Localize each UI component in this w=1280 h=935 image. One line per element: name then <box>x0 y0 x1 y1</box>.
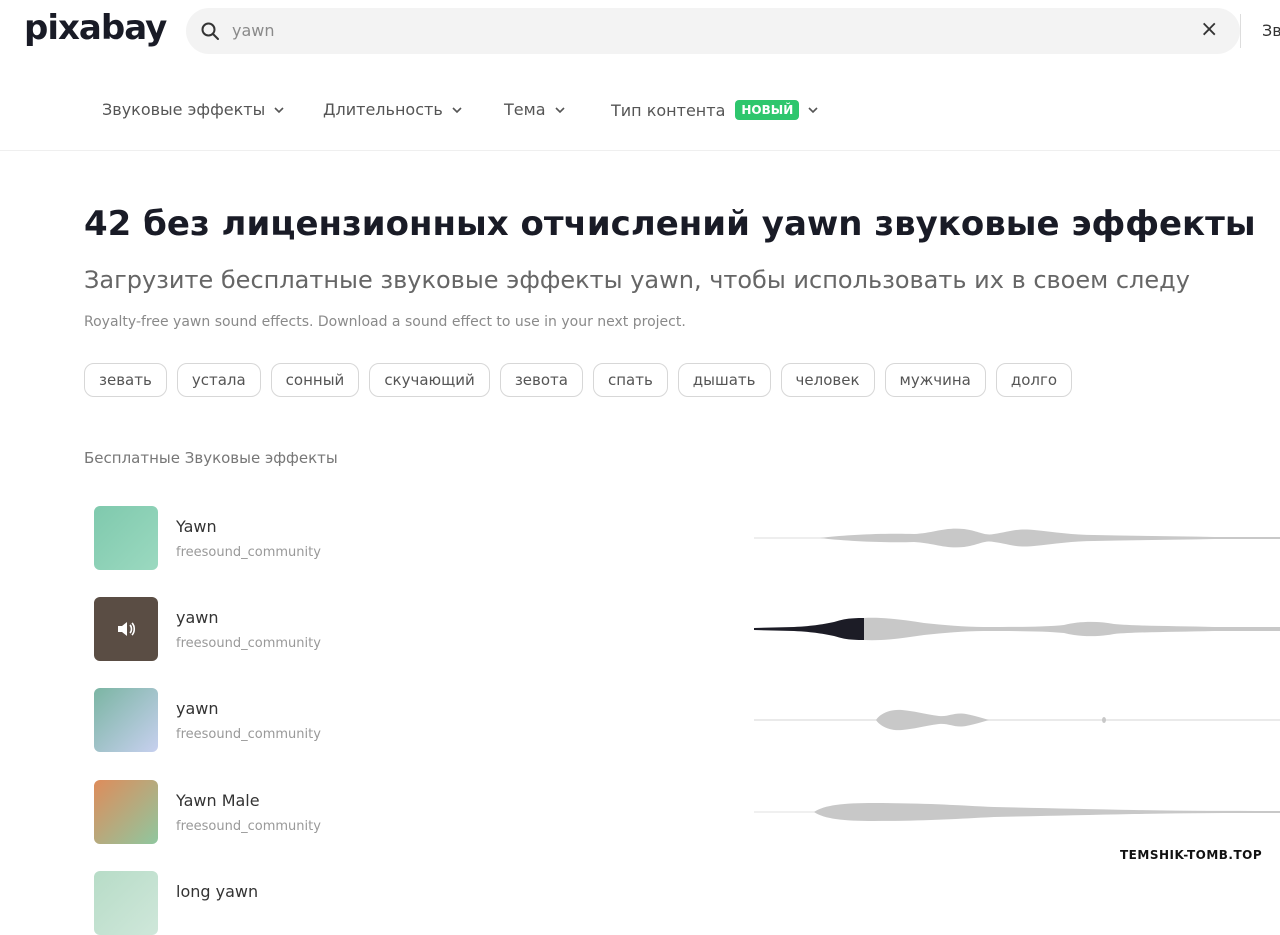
header-separator <box>0 150 1280 151</box>
pixabay-logo[interactable]: pixabay <box>24 8 167 48</box>
track-title[interactable]: long yawn <box>176 882 258 901</box>
filter-label: Тема <box>504 100 546 119</box>
track-row: yawn freesound_community <box>94 688 1280 752</box>
new-badge: НОВЫЙ <box>735 100 800 120</box>
filter-label: Тип контента <box>611 100 726 120</box>
chevron-down-icon <box>452 106 462 113</box>
top-header: pixabay yawn × Зв <box>0 0 1280 66</box>
chevron-down-icon <box>554 106 565 113</box>
track-title[interactable]: yawn <box>176 699 219 718</box>
section-label: Бесплатные Звуковые эффекты <box>84 449 338 467</box>
tag-chip[interactable]: долго <box>995 363 1073 397</box>
waveform[interactable] <box>754 792 1280 832</box>
filter-sound-effects[interactable]: Звуковые эффекты <box>102 100 285 119</box>
search-icon <box>201 22 219 40</box>
tag-chip[interactable]: сонный <box>270 363 360 397</box>
filter-label: Звуковые эффекты <box>102 100 266 119</box>
track-thumbnail[interactable] <box>94 506 158 570</box>
track-author[interactable]: freesound_community <box>176 727 321 742</box>
track-thumbnail[interactable] <box>94 688 158 752</box>
track-row: long yawn <box>94 871 1280 935</box>
tag-chip[interactable]: устала <box>176 363 261 397</box>
waveform[interactable] <box>754 518 1280 558</box>
tag-chip[interactable]: зевота <box>499 363 583 397</box>
track-author[interactable]: freesound_community <box>176 636 321 651</box>
track-title[interactable]: Yawn <box>176 517 217 536</box>
tag-chip[interactable]: человек <box>780 363 875 397</box>
waveform[interactable] <box>754 700 1280 740</box>
track-title[interactable]: Yawn Male <box>176 791 260 810</box>
track-row: Yawn freesound_community <box>94 506 1280 570</box>
filter-theme[interactable]: Тема <box>504 100 566 119</box>
tag-chip[interactable]: зевать <box>84 363 167 397</box>
filter-bar: Звуковые эффекты Длительность Тема Тип к… <box>0 96 1280 124</box>
related-tags: зевать устала сонный скучающий зевота сп… <box>84 363 1073 397</box>
track-row: Yawn Male freesound_community <box>94 780 1280 844</box>
watermark: TEMSHIK-TOMB.TOP <box>1120 848 1263 862</box>
track-author[interactable]: freesound_community <box>176 819 321 834</box>
track-title[interactable]: yawn <box>176 608 219 627</box>
search-bar[interactable]: yawn × <box>186 8 1240 54</box>
waveform[interactable] <box>754 609 1280 649</box>
page-description: Royalty-free yawn sound effects. Downloa… <box>84 314 686 330</box>
track-thumbnail[interactable] <box>94 871 158 935</box>
tag-chip[interactable]: дышать <box>677 363 771 397</box>
tag-chip[interactable]: мужчина <box>884 363 986 397</box>
close-icon[interactable]: × <box>1200 17 1218 42</box>
track-thumbnail[interactable] <box>94 780 158 844</box>
header-nav-link[interactable]: Зв <box>1262 21 1280 40</box>
page-title: 42 без лицензионных отчислений yawn звук… <box>84 204 1256 244</box>
page-subtitle: Загрузите бесплатные звуковые эффекты ya… <box>84 266 1190 294</box>
tag-chip[interactable]: скучающий <box>369 363 490 397</box>
filter-content-type[interactable]: Тип контента НОВЫЙ <box>611 96 819 124</box>
search-input[interactable]: yawn <box>232 21 275 40</box>
track-row: yawn freesound_community <box>94 597 1280 661</box>
filter-duration[interactable]: Длительность <box>323 100 463 119</box>
header-divider <box>1240 14 1241 48</box>
tag-chip[interactable]: спать <box>592 363 668 397</box>
track-thumbnail[interactable] <box>94 597 158 661</box>
chevron-down-icon <box>808 107 818 114</box>
chevron-down-icon <box>274 106 284 113</box>
filter-label: Длительность <box>323 100 443 119</box>
track-author[interactable]: freesound_community <box>176 545 321 560</box>
speaker-icon <box>118 622 136 636</box>
